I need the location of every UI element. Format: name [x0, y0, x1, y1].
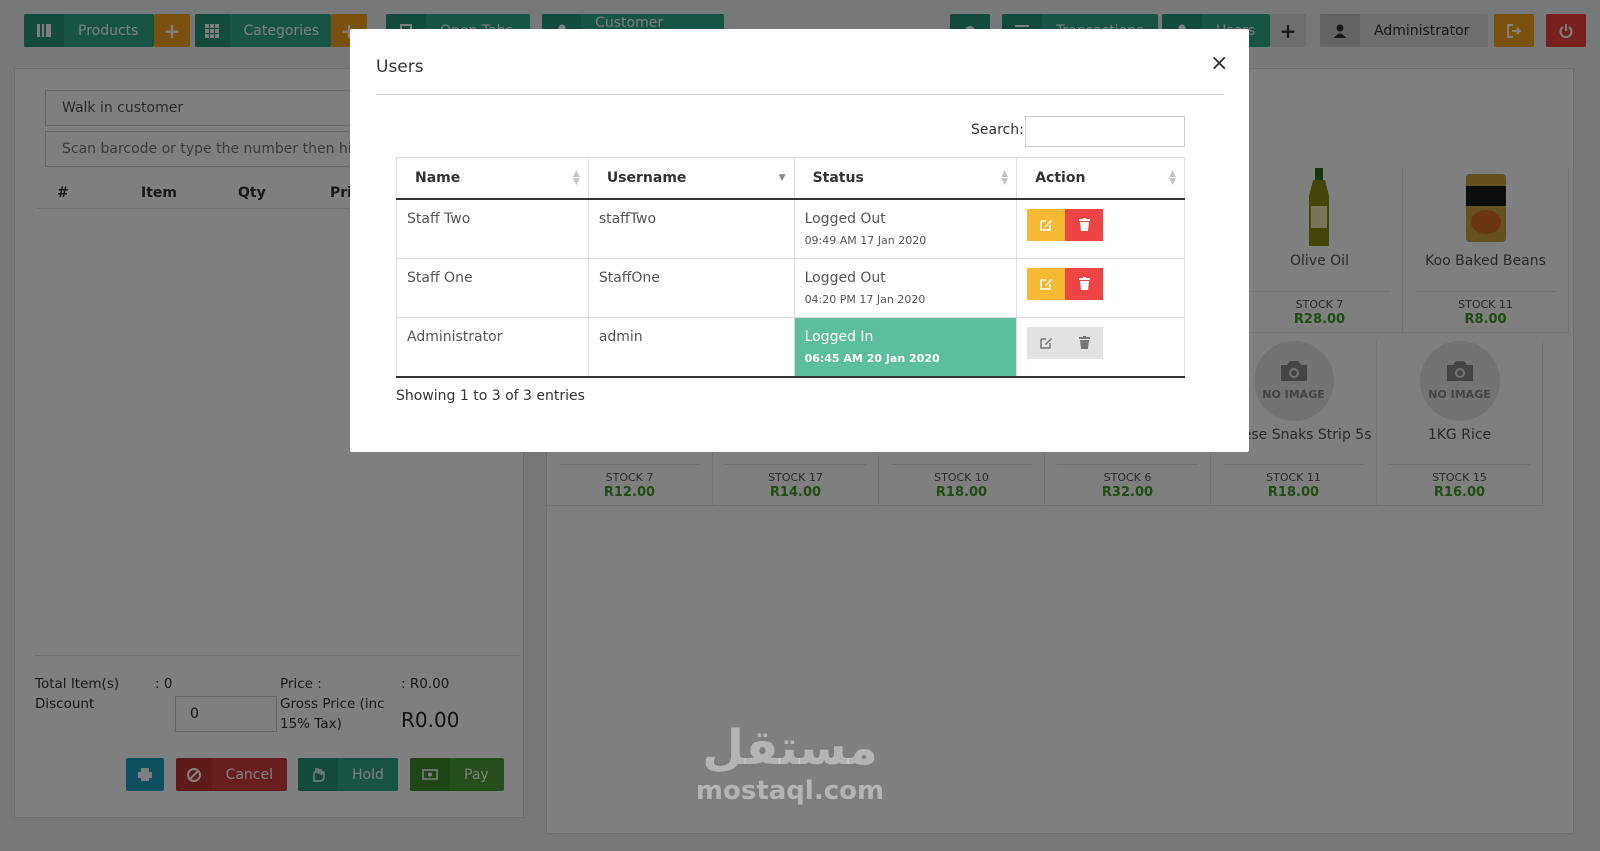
status-time: 09:49 AM 17 Jan 2020	[804, 233, 927, 247]
user-name: Staff Two	[396, 198, 589, 259]
user-actions	[1016, 198, 1185, 259]
user-status: Logged Out 09:49 AM 17 Jan 2020	[793, 198, 1018, 259]
trash-icon	[1078, 336, 1090, 349]
status-time: 04:20 PM 17 Jan 2020	[804, 292, 926, 306]
modal-divider	[376, 94, 1224, 95]
edit-icon	[1039, 279, 1052, 290]
table-info: Showing 1 to 3 of 3 entries	[396, 388, 585, 404]
delete-user-button-disabled	[1065, 326, 1104, 359]
user-name: Staff One	[396, 257, 589, 318]
col-name-label: Name	[415, 169, 461, 186]
search-label: Search:	[971, 122, 1024, 138]
user-username: admin	[587, 316, 795, 378]
table-header-row: Name ▲ ▼ Username ▼ Status ▲ ▼ Action ▲ ▼	[396, 157, 1185, 200]
trash-icon	[1078, 277, 1090, 290]
users-table: Name ▲ ▼ Username ▼ Status ▲ ▼ Action ▲ ▼ Staff…	[396, 157, 1185, 378]
modal-title: Users	[376, 57, 424, 77]
sort-icon: ▲ ▼	[572, 169, 580, 187]
users-modal: Users × Search: Name ▲ ▼ Username ▼ Status ▲…	[350, 29, 1249, 452]
status-text: Logged Out	[804, 210, 886, 227]
col-status-label: Status	[812, 169, 864, 186]
user-status: Logged Out 04:20 PM 17 Jan 2020	[793, 257, 1018, 318]
col-name-header[interactable]: Name ▲ ▼	[396, 157, 589, 200]
trash-icon	[1078, 218, 1090, 231]
status-text: Logged In	[804, 328, 874, 345]
edit-icon	[1039, 338, 1052, 349]
user-username: StaffOne	[587, 257, 795, 318]
watermark: مستقل mostaql.com	[690, 720, 890, 806]
edit-icon	[1039, 220, 1052, 231]
watermark-latin: mostaql.com	[695, 776, 885, 806]
sort-desc-icon: ▼	[778, 173, 786, 183]
col-username-header[interactable]: Username ▼	[587, 157, 795, 200]
edit-user-button-disabled	[1027, 326, 1066, 359]
user-actions	[1016, 316, 1185, 378]
col-username-label: Username	[606, 169, 687, 186]
sort-icon: ▲ ▼	[1001, 169, 1009, 187]
col-status-header[interactable]: Status ▲ ▼	[793, 157, 1018, 200]
watermark-arabic: مستقل	[702, 720, 878, 776]
edit-user-button[interactable]	[1027, 267, 1066, 300]
edit-user-button[interactable]	[1027, 208, 1066, 241]
delete-user-button[interactable]	[1065, 267, 1104, 300]
table-row: Staff Two staffTwo Logged Out 09:49 AM 1…	[396, 198, 1185, 259]
status-text: Logged Out	[804, 269, 886, 286]
close-icon[interactable]: ×	[1210, 51, 1228, 76]
user-status: Logged In 06:45 AM 20 Jan 2020	[793, 316, 1018, 378]
user-actions	[1016, 257, 1185, 318]
sort-icon: ▲ ▼	[1169, 169, 1176, 187]
delete-user-button[interactable]	[1065, 208, 1104, 241]
status-time: 06:45 AM 20 Jan 2020	[804, 351, 940, 365]
table-row: Staff One StaffOne Logged Out 04:20 PM 1…	[396, 257, 1185, 318]
search-input[interactable]	[1025, 116, 1185, 147]
user-username: staffTwo	[587, 198, 795, 259]
col-action-label: Action	[1035, 169, 1086, 186]
user-name: Administrator	[396, 316, 589, 378]
col-action-header[interactable]: Action ▲ ▼	[1016, 157, 1185, 200]
table-row: Administrator admin Logged In 06:45 AM 2…	[396, 316, 1185, 378]
